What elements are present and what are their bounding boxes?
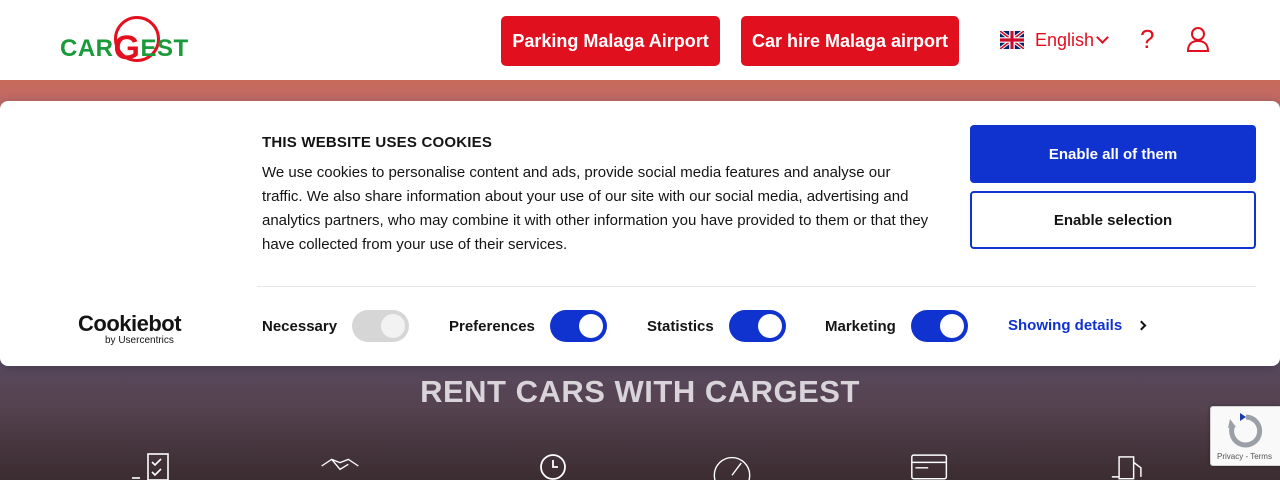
parking-malaga-airport-button[interactable]: Parking Malaga Airport [501,16,720,66]
statistics-label: Statistics [647,317,714,335]
cookiebot-subtitle: by Usercentrics [105,335,174,346]
site-header: CARGEST Parking Malaga Airport Car hire … [0,0,1280,80]
speedometer-icon [713,456,751,480]
recaptcha-terms[interactable]: Privacy - Terms [1217,452,1272,461]
enable-selection-button[interactable]: Enable selection [970,191,1256,249]
checklist-icon [132,453,169,480]
necessary-toggle-group: Necessary [262,310,410,342]
recaptcha-badge[interactable]: Privacy - Terms [1210,406,1280,466]
preferences-toggle[interactable] [549,310,607,342]
help-icon[interactable]: ? [1140,24,1154,55]
chevron-down-icon [1096,30,1109,44]
statistics-toggle-group: Statistics [647,310,786,342]
gas-pump-icon [1111,456,1142,480]
preferences-label: Preferences [449,317,535,335]
hero-title: RENT CARS WITH CARGEST [420,374,860,409]
chevron-right-icon [1136,320,1147,331]
logo-text: CARGEST [60,29,189,67]
language-label: English [1035,29,1095,50]
marketing-toggle-group: Marketing [825,310,968,342]
uk-flag-icon [1000,31,1024,49]
handshake-icon [321,458,359,471]
cookiebot-logo: Cookiebot by Usercentrics [78,311,182,346]
cookie-consent-dialog: THIS WEBSITE USES COOKIES We use cookies… [0,101,1280,366]
necessary-label: Necessary [262,317,338,335]
clock-icon [540,454,566,480]
cookie-dialog-body: We use cookies to personalise content an… [262,164,929,253]
preferences-toggle-group: Preferences [449,310,607,342]
cookie-divider [257,286,1256,287]
necessary-toggle [352,310,410,342]
showing-details-link[interactable]: Showing details [1008,317,1147,334]
credit-card-icon [911,454,948,480]
marketing-label: Marketing [825,317,896,335]
marketing-toggle[interactable] [910,310,968,342]
cookie-dialog-title: THIS WEBSITE USES COOKIES [262,134,493,151]
enable-all-cookies-button[interactable]: Enable all of them [970,125,1256,183]
cookiebot-name: Cookiebot [78,311,182,336]
showing-details-label: Showing details [1008,317,1123,334]
cargest-logo[interactable]: CARGEST [60,14,212,67]
language-selector[interactable]: English [1000,28,1109,52]
user-account-icon[interactable] [1186,26,1210,52]
statistics-toggle[interactable] [728,310,786,342]
car-hire-malaga-airport-button[interactable]: Car hire Malaga airport [741,16,959,66]
recaptcha-icon [1228,413,1263,448]
